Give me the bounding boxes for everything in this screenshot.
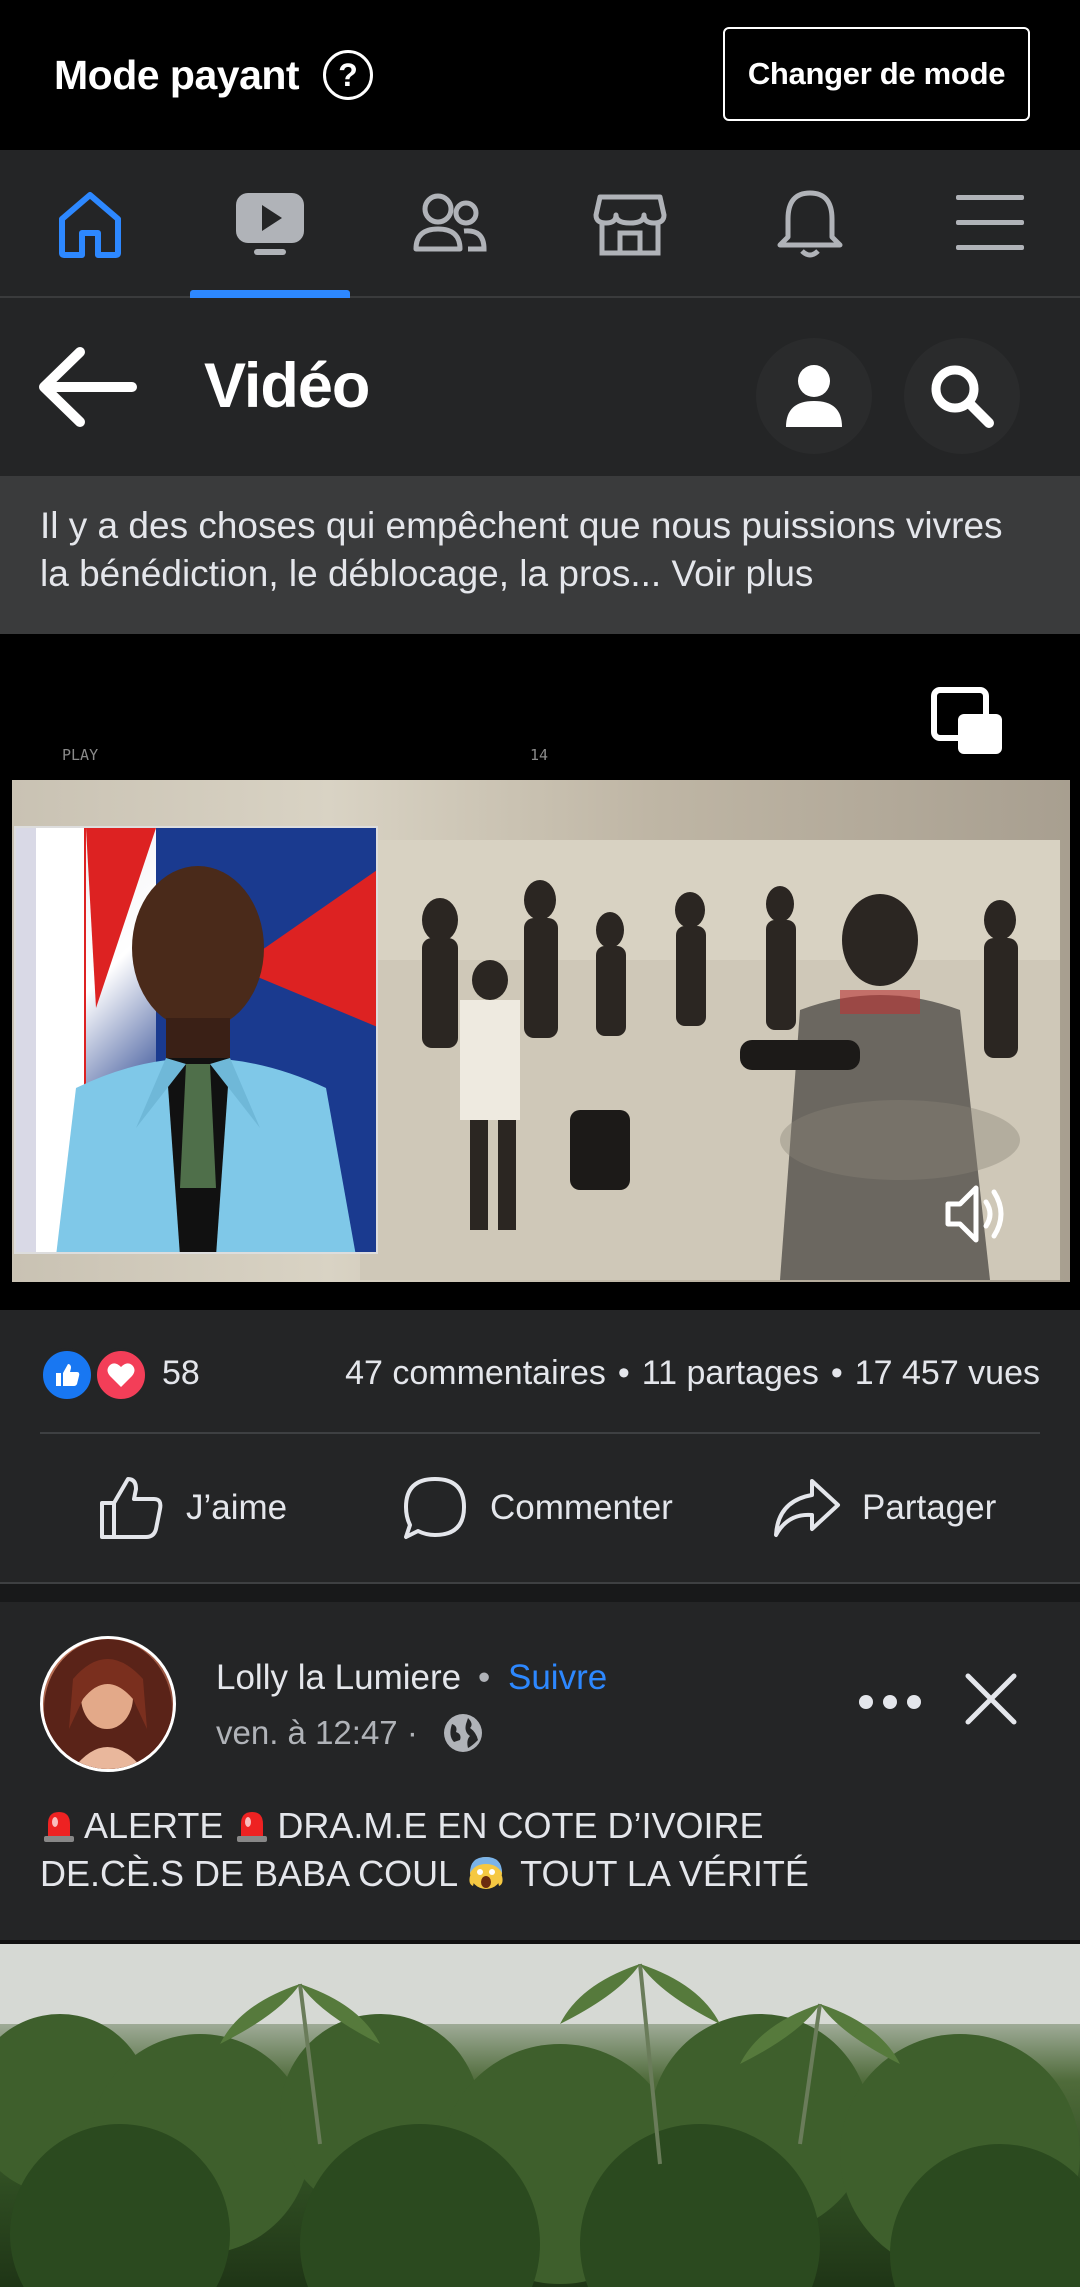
reaction-count[interactable]: 58 [162, 1354, 200, 1393]
caption-text: Il y a des choses qui empêchent que nous… [40, 505, 1003, 594]
nav-video[interactable] [180, 150, 360, 296]
post-text-line1b: DRA.M.E EN COTE D’IVOIRE [277, 1805, 764, 1846]
marketplace-icon [593, 194, 667, 256]
post-text-line1a: ALERTE [84, 1805, 224, 1846]
nav-menu[interactable] [900, 150, 1080, 296]
jungle-scene [0, 1944, 1080, 2287]
nav-home[interactable] [0, 150, 180, 296]
profile-button[interactable] [756, 338, 872, 454]
page-title: Vidéo [204, 351, 370, 421]
siren-emoji-icon [44, 1812, 74, 1842]
comment-button[interactable]: Commenter [400, 1434, 673, 1582]
follow-link[interactable]: Suivre [508, 1658, 607, 1698]
see-more-link[interactable]: Voir plus [671, 553, 813, 594]
like-label: J’aime [186, 1488, 288, 1527]
post-text: ALERTE DRA.M.E EN COTE D’IVOIRE DE.CÈ.S … [40, 1802, 1040, 1898]
views-count: 17 457 vues [854, 1354, 1040, 1392]
avatar[interactable] [40, 1636, 176, 1772]
love-reaction-icon [94, 1348, 148, 1402]
comment-bubble-icon [404, 1477, 466, 1539]
comments-count[interactable]: 47 commentaires [345, 1354, 606, 1392]
post-time-text: ven. à 12:47 [216, 1714, 398, 1751]
like-reaction-icon [40, 1348, 94, 1402]
engagement-summary: 47 commentaires • 11 partages • 17 457 vues [345, 1354, 1040, 1392]
post-actions: J’aime Commenter Partager [0, 1434, 1080, 1582]
thumbs-up-icon [100, 1477, 163, 1539]
video-header: Vidéo [0, 298, 1080, 476]
screaming-face-emoji-icon [469, 1857, 503, 1889]
speaker-inset-image [14, 826, 378, 1254]
mode-bar: Mode payant ? Changer de mode [0, 0, 1080, 150]
shares-count[interactable]: 11 partages [642, 1354, 819, 1392]
post-separator [0, 1582, 1080, 1602]
globe-icon [444, 1714, 482, 1752]
post-timestamp[interactable]: ven. à 12:47 · [216, 1714, 418, 1752]
person-icon [786, 365, 842, 427]
video-overlay-center: 14 [530, 746, 549, 764]
close-icon[interactable] [960, 1668, 1022, 1730]
friends-icon [413, 193, 487, 252]
video-player[interactable]: PLAY 14 [0, 634, 1080, 1310]
share-label: Partager [862, 1488, 997, 1527]
post-caption: Il y a des choses qui empêchent que nous… [0, 476, 1080, 634]
back-arrow-icon[interactable] [36, 342, 140, 432]
author-name[interactable]: Lolly la Lumiere [216, 1658, 461, 1698]
search-icon [931, 365, 994, 428]
dot [907, 1695, 921, 1709]
post-stats: 58 47 commentaires • 11 partages • 17 457 vu… [0, 1310, 1080, 1432]
siren-emoji-icon [237, 1812, 268, 1842]
active-tab-indicator [190, 290, 350, 298]
post-text-line2a: DE.CÈ.S DE BABA COUL [40, 1853, 457, 1894]
post-text-line2b: TOUT LA VÉRITÉ [520, 1853, 809, 1894]
volume-icon[interactable] [940, 1178, 1012, 1250]
bullet-separator: • [478, 1658, 491, 1697]
video-icon [236, 193, 304, 255]
nav-friends[interactable] [360, 150, 540, 296]
question-circle-icon[interactable]: ? [323, 50, 373, 100]
change-mode-button[interactable]: Changer de mode [723, 27, 1030, 121]
top-nav-bar [0, 150, 1080, 298]
search-button[interactable] [904, 338, 1020, 454]
video-thumbnail[interactable] [0, 1940, 1080, 2287]
more-options-button[interactable] [850, 1672, 930, 1732]
share-button[interactable]: Partager [772, 1434, 996, 1582]
mode-title: Mode payant [54, 52, 300, 98]
feed-post: Lolly la Lumiere • Suivre ven. à 12:47 ·… [0, 1602, 1080, 1940]
nav-marketplace[interactable] [540, 150, 720, 296]
home-icon [59, 192, 121, 258]
picture-in-picture-icon[interactable] [930, 686, 1006, 758]
like-button[interactable]: J’aime [96, 1434, 287, 1582]
bell-icon [777, 190, 843, 258]
comment-label: Commenter [490, 1488, 673, 1527]
nav-notifications[interactable] [720, 150, 900, 296]
share-arrow-icon [774, 1479, 840, 1537]
dot [883, 1695, 897, 1709]
dot [859, 1695, 873, 1709]
hamburger-menu-icon [956, 195, 1024, 250]
video-overlay-left: PLAY [62, 746, 99, 764]
